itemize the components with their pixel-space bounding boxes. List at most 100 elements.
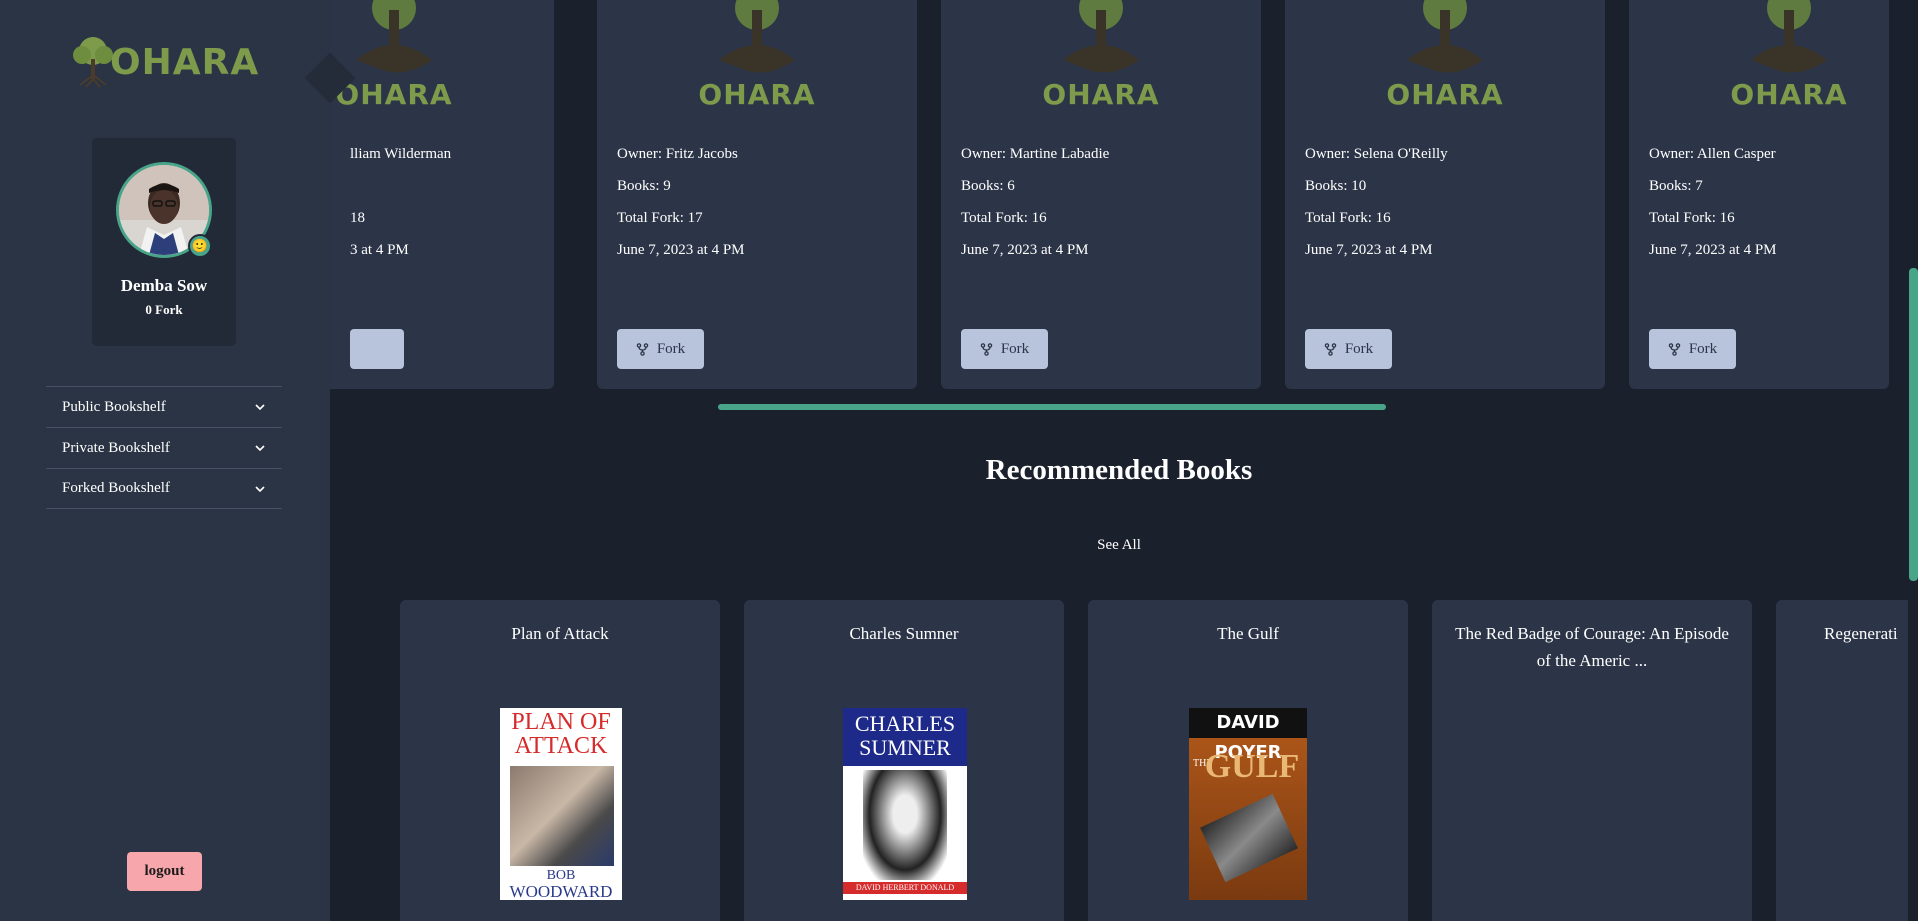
book-card[interactable]: Plan of Attack PLAN OF ATTACK BOB WOODWA… [400,600,720,921]
bookshelf-date: June 7, 2023 at 4 PM [961,242,1089,258]
bookshelf-info: Owner: Selena O'Reilly Books: 10 Total F… [1305,144,1448,272]
sidebar-item-forked-bookshelf[interactable]: Forked Bookshelf [46,468,282,509]
fork-button-label: Fork [1688,340,1718,357]
bookshelf-logo-text: OHARA [335,78,453,111]
sidebar-item-public-bookshelf[interactable]: Public Bookshelf [46,386,282,427]
bookshelf-total-fork: Total Fork: 17 [617,210,703,226]
book-title: Charles Sumner [849,624,959,643]
book-title: Plan of Attack [511,624,609,643]
bookshelf-date: June 7, 2023 at 4 PM [617,242,745,258]
cover-text: GULF [1204,748,1300,785]
bookshelf-owner: Owner: Fritz Jacobs [617,146,738,162]
bookshelf-menu: Public Bookshelf Private Bookshelf Forke… [46,386,282,509]
fork-button[interactable] [350,329,404,369]
book-title: The Gulf [1217,624,1279,643]
bookshelf-info: Owner: Martine Labadie Books: 6 Total Fo… [961,144,1109,272]
fork-button[interactable]: Fork [961,329,1048,369]
cover-text: CHARLES [854,711,956,736]
logout-button[interactable]: logout [127,852,202,891]
chevron-down-icon [255,485,265,492]
bookshelf-books [350,176,451,208]
main-content: OHARA lliam Wilderman 18 3 at 4 PM OHARA… [330,0,1908,921]
book-card[interactable]: The Gulf DAVID POYER THE GULF [1088,600,1408,921]
bookshelf-books: Books: 7 [1649,178,1703,194]
chevron-down-icon [255,445,265,452]
bookshelf-info: lliam Wilderman 18 3 at 4 PM [350,144,451,272]
bookshelf-books: Books: 6 [961,178,1015,194]
bookshelf-date: June 7, 2023 at 4 PM [1305,242,1433,258]
sidebar-item-label: Forked Bookshelf [62,480,170,496]
bookshelf-logo-text: OHARA [1042,78,1160,111]
sidebar-item-private-bookshelf[interactable]: Private Bookshelf [46,427,282,468]
bookshelf-books: Books: 9 [617,178,671,194]
profile-name: Demba Sow [120,276,208,295]
fork-button-label: Fork [1000,340,1030,357]
book-cover: CHARLES SUMNER DAVID HERBERT DONALD [843,708,967,900]
bookshelf-total-fork: Total Fork: 16 [961,210,1047,226]
carousel-scroll-indicator[interactable] [718,404,1386,410]
book-cover: DAVID POYER THE GULF [1189,708,1307,900]
book-cover: PLAN OF ATTACK BOB WOODWARD [500,708,622,900]
bookshelf-total-fork: Total Fork: 16 [1305,210,1391,226]
bookshelf-logo: OHARA [941,0,1261,120]
book-card[interactable]: Charles Sumner CHARLES SUMNER DAVID HERB… [744,600,1064,921]
cover-text: ATTACK [514,733,608,759]
sidebar: OHARA 🙂 Demba Sow 0 Fork Public Bookshel… [0,0,330,921]
page-scrollbar-thumb[interactable] [1909,268,1918,581]
bookshelf-card[interactable]: OHARA Owner: Allen Casper Books: 7 Total… [1629,0,1889,389]
bookshelf-owner: Owner: Allen Casper [1649,146,1776,162]
fork-icon [1324,342,1337,356]
bookshelf-date: June 7, 2023 at 4 PM [1649,242,1777,258]
app-logo-text: OHARA [110,41,260,83]
cover-text: SUMNER [859,735,951,760]
fork-button[interactable]: Fork [1649,329,1736,369]
bookshelf-info: Owner: Fritz Jacobs Books: 9 Total Fork:… [617,144,745,272]
bookshelf-logo-text: OHARA [698,78,816,111]
bookshelf-owner: Owner: Selena O'Reilly [1305,146,1448,162]
cover-text: DAVID POYER [1189,708,1307,763]
bookshelf-logo: OHARA [1629,0,1889,120]
cover-text: DAVID HERBERT DONALD [843,882,967,894]
status-emoji-badge: 🙂 [188,234,212,258]
tree-logo-icon [719,0,795,73]
cover-text: PLAN OF [511,709,611,735]
book-card[interactable]: Regenerati [1776,600,1908,921]
bookshelf-logo-text: OHARA [1386,78,1504,111]
bookshelf-owner: Owner: Martine Labadie [961,146,1110,162]
fork-icon [980,342,993,356]
bookshelf-card[interactable]: OHARA lliam Wilderman 18 3 at 4 PM [330,0,554,389]
tree-logo-icon [1407,0,1483,73]
bookshelf-card[interactable]: OHARA Owner: Martine Labadie Books: 6 To… [941,0,1261,389]
bookshelf-date: 3 at 4 PM [350,242,409,258]
fork-button-label: Fork [1344,340,1374,357]
app-logo[interactable]: OHARA [70,34,260,90]
see-all-link[interactable]: See All [330,537,1908,554]
cover-text: WOODWARD [509,882,613,900]
profile-fork-count: 0 Fork [145,302,183,317]
bookshelf-info: Owner: Allen Casper Books: 7 Total Fork:… [1649,144,1777,272]
bookshelf-books: Books: 10 [1305,178,1367,194]
bookshelf-card[interactable]: OHARA Owner: Fritz Jacobs Books: 9 Total… [597,0,917,389]
tree-logo-icon [1751,0,1827,73]
bookshelf-logo-text: OHARA [1730,78,1848,111]
fork-button-label: Fork [656,340,686,357]
book-title: The Red Badge of Courage: An Episode of … [1455,624,1729,670]
tree-logo-icon [1063,0,1139,73]
book-title: Regenerati [1824,624,1898,643]
bookshelf-card[interactable]: OHARA Owner: Selena O'Reilly Books: 10 T… [1285,0,1605,389]
book-card[interactable]: The Red Badge of Courage: An Episode of … [1432,600,1752,921]
bookshelf-logo: OHARA [330,0,554,120]
sidebar-item-label: Private Bookshelf [62,439,170,456]
chevron-down-icon [255,404,265,411]
bookshelf-total-fork: Total Fork: 16 [1649,210,1735,226]
profile-card: 🙂 Demba Sow 0 Fork [92,138,236,346]
fork-icon [1668,342,1681,356]
section-title: Recommended Books [985,454,1253,486]
fork-button[interactable]: Fork [617,329,704,369]
bookshelf-owner: lliam Wilderman [350,146,452,162]
sidebar-item-label: Public Bookshelf [62,398,166,415]
bookshelf-logo: OHARA [597,0,917,120]
bookshelf-logo: OHARA [1285,0,1605,120]
fork-icon [636,342,649,356]
fork-button[interactable]: Fork [1305,329,1392,369]
